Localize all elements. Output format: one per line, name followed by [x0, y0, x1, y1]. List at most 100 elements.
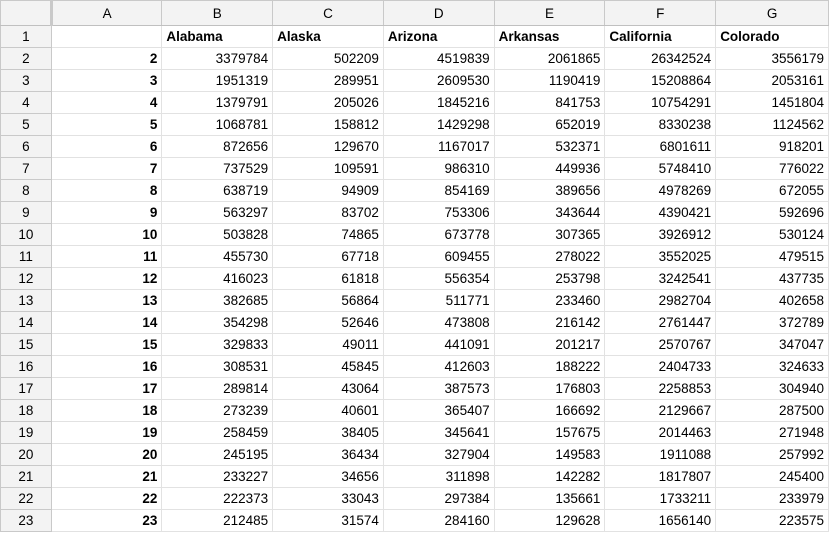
cell-a7[interactable]: 7	[50, 157, 163, 180]
cell-a20[interactable]: 20	[50, 443, 163, 466]
cell-f8[interactable]: 4978269	[604, 179, 717, 202]
cell-c16[interactable]: 45845	[272, 355, 384, 378]
cell-e4[interactable]: 841753	[493, 91, 606, 114]
cell-f20[interactable]: 1911088	[604, 443, 717, 466]
cell-g16[interactable]: 324633	[715, 355, 829, 378]
cell-g13[interactable]: 402658	[715, 289, 829, 312]
cell-g11[interactable]: 479515	[715, 245, 829, 268]
cell-d13[interactable]: 511771	[382, 289, 495, 312]
cell-f18[interactable]: 2129667	[604, 399, 717, 422]
cell-c22[interactable]: 33043	[272, 487, 384, 510]
cell-g12[interactable]: 437735	[715, 267, 829, 290]
cell-a18[interactable]: 18	[50, 399, 163, 422]
cell-b22[interactable]: 222373	[161, 487, 274, 510]
cell-g23[interactable]: 223575	[715, 509, 829, 532]
cell-a22[interactable]: 22	[50, 487, 163, 510]
cell-d17[interactable]: 387573	[382, 377, 495, 400]
cell-e9[interactable]: 343644	[493, 201, 606, 224]
cell-b20[interactable]: 245195	[161, 443, 274, 466]
cell-c18[interactable]: 40601	[272, 399, 384, 422]
cell-c1[interactable]: Alaska	[272, 25, 384, 48]
cell-d3[interactable]: 2609530	[382, 69, 495, 92]
cell-c5[interactable]: 158812	[272, 113, 384, 136]
cell-f22[interactable]: 1733211	[604, 487, 717, 510]
cell-e3[interactable]: 1190419	[493, 69, 606, 92]
cell-d12[interactable]: 556354	[382, 267, 495, 290]
cell-b7[interactable]: 737529	[161, 157, 274, 180]
cell-a23[interactable]: 23	[50, 509, 163, 532]
cell-f4[interactable]: 10754291	[604, 91, 717, 114]
cell-b1[interactable]: Alabama	[161, 25, 274, 48]
cell-g3[interactable]: 2053161	[715, 69, 829, 92]
cell-g9[interactable]: 592696	[715, 201, 829, 224]
cell-a14[interactable]: 14	[50, 311, 163, 334]
cell-g8[interactable]: 672055	[715, 179, 829, 202]
cell-f12[interactable]: 3242541	[604, 267, 717, 290]
column-header-a[interactable]: A	[50, 0, 163, 26]
row-header[interactable]: 1	[0, 25, 52, 48]
cell-f9[interactable]: 4390421	[604, 201, 717, 224]
cell-b19[interactable]: 258459	[161, 421, 274, 444]
cell-d5[interactable]: 1429298	[382, 113, 495, 136]
cell-e16[interactable]: 188222	[493, 355, 606, 378]
row-header[interactable]: 23	[0, 509, 52, 532]
cell-d9[interactable]: 753306	[382, 201, 495, 224]
cell-d22[interactable]: 297384	[382, 487, 495, 510]
cell-b12[interactable]: 416023	[161, 267, 274, 290]
cell-g7[interactable]: 776022	[715, 157, 829, 180]
cell-d19[interactable]: 345641	[382, 421, 495, 444]
cell-a10[interactable]: 10	[50, 223, 163, 246]
cell-b3[interactable]: 1951319	[161, 69, 274, 92]
cell-d18[interactable]: 365407	[382, 399, 495, 422]
cell-d16[interactable]: 412603	[382, 355, 495, 378]
cell-c6[interactable]: 129670	[272, 135, 384, 158]
cell-b23[interactable]: 212485	[161, 509, 274, 532]
cell-f21[interactable]: 1817807	[604, 465, 717, 488]
select-all-corner[interactable]	[0, 0, 53, 26]
cell-b18[interactable]: 273239	[161, 399, 274, 422]
row-header[interactable]: 7	[0, 157, 52, 180]
cell-f14[interactable]: 2761447	[604, 311, 717, 334]
cell-b9[interactable]: 563297	[161, 201, 274, 224]
row-header[interactable]: 16	[0, 355, 52, 378]
cell-g20[interactable]: 257992	[715, 443, 829, 466]
row-header[interactable]: 2	[0, 47, 52, 70]
cell-c9[interactable]: 83702	[272, 201, 384, 224]
cell-c15[interactable]: 49011	[272, 333, 384, 356]
cell-a9[interactable]: 9	[50, 201, 163, 224]
column-header-d[interactable]: D	[382, 0, 495, 26]
row-header[interactable]: 4	[0, 91, 52, 114]
cell-g2[interactable]: 3556179	[715, 47, 829, 70]
cell-b10[interactable]: 503828	[161, 223, 274, 246]
cell-g6[interactable]: 918201	[715, 135, 829, 158]
cell-a8[interactable]: 8	[50, 179, 163, 202]
cell-b15[interactable]: 329833	[161, 333, 274, 356]
cell-f13[interactable]: 2982704	[604, 289, 717, 312]
cell-b13[interactable]: 382685	[161, 289, 274, 312]
cell-e7[interactable]: 449936	[493, 157, 606, 180]
cell-e14[interactable]: 216142	[493, 311, 606, 334]
cell-e20[interactable]: 149583	[493, 443, 606, 466]
cell-c10[interactable]: 74865	[272, 223, 384, 246]
cell-c8[interactable]: 94909	[272, 179, 384, 202]
cell-c7[interactable]: 109591	[272, 157, 384, 180]
cell-g21[interactable]: 245400	[715, 465, 829, 488]
cell-e6[interactable]: 532371	[493, 135, 606, 158]
cell-e10[interactable]: 307365	[493, 223, 606, 246]
row-header[interactable]: 19	[0, 421, 52, 444]
row-header[interactable]: 3	[0, 69, 52, 92]
cell-c4[interactable]: 205026	[272, 91, 384, 114]
cell-b8[interactable]: 638719	[161, 179, 274, 202]
column-header-b[interactable]: B	[161, 0, 274, 26]
cell-d11[interactable]: 609455	[382, 245, 495, 268]
cell-e19[interactable]: 157675	[493, 421, 606, 444]
cell-g10[interactable]: 530124	[715, 223, 829, 246]
cell-e22[interactable]: 135661	[493, 487, 606, 510]
cell-f10[interactable]: 3926912	[604, 223, 717, 246]
cell-d15[interactable]: 441091	[382, 333, 495, 356]
cell-a5[interactable]: 5	[50, 113, 163, 136]
cell-d2[interactable]: 4519839	[382, 47, 495, 70]
cell-f15[interactable]: 2570767	[604, 333, 717, 356]
cell-a17[interactable]: 17	[50, 377, 163, 400]
cell-c14[interactable]: 52646	[272, 311, 384, 334]
